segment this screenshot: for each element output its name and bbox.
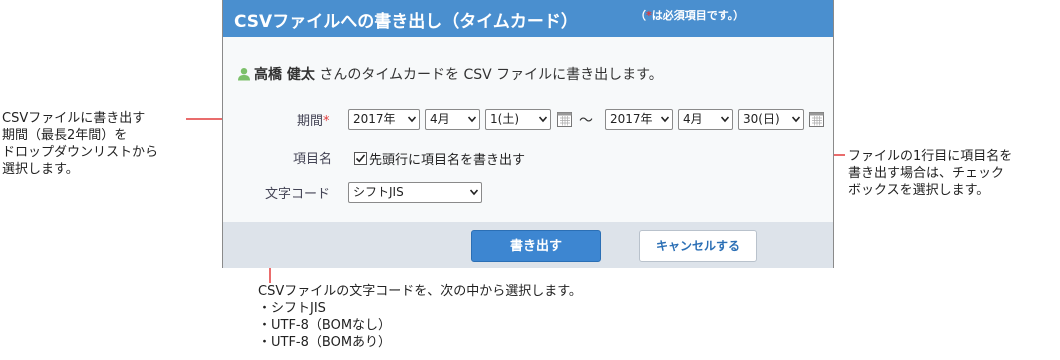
user-description-text: さんのタイムカードを CSV ファイルに書き出します。 [314,67,663,83]
header-checkbox[interactable] [354,152,367,165]
header-label: 項目名 [293,152,333,167]
end-year-select[interactable]: 2017年 [605,109,673,130]
user-name: 高橋 健太 [254,67,315,83]
end-day-select[interactable]: 30(日) [738,109,804,130]
start-month-select[interactable]: 4月 [425,109,480,130]
chevron-down-icon [721,116,729,123]
period-label: 期間* [297,114,330,129]
encoding-select[interactable]: シフトJIS [348,182,482,203]
chevron-down-icon [539,116,547,123]
calendar-icon[interactable] [809,112,824,127]
checkmark-icon [355,154,366,163]
dialog-title: CSVファイルへの書き出し（タイムカード） [234,12,578,32]
required-star: * [323,114,330,129]
header-checkbox-label: 先頭行に項目名を書き出す [369,153,526,168]
chevron-down-icon [468,116,476,123]
cancel-button[interactable]: キャンセルする [639,230,757,262]
start-day-select[interactable]: 1(土) [485,109,551,130]
annotation-encoding: CSVファイルの文字コードを、次の中から選択します。 ・シフトJIS ・UTF-… [258,284,582,350]
csv-export-dialog: CSVファイルへの書き出し（タイムカード） （*は必須項目です。） 高橋 健太 … [222,0,834,268]
annotation-period: CSVファイルに書き出す 期間（最長2年間）を ドロップダウンリストから 選択し… [2,111,159,177]
encoding-label: 文字コード [265,187,331,202]
chevron-down-icon [661,116,669,123]
user-icon [238,68,250,81]
chevron-down-icon [470,189,478,196]
start-year-select[interactable]: 2017年 [348,109,420,130]
end-month-select[interactable]: 4月 [678,109,733,130]
dialog-title-bar: CSVファイルへの書き出し（タイムカード） （*は必須項目です。） [223,0,833,37]
calendar-icon[interactable] [557,112,572,127]
annotation-header: ファイルの1行目に項目名を 書き出す場合は、チェック ボックスを選択します。 [848,149,1013,198]
range-separator: ～ [579,113,593,129]
chevron-down-icon [408,116,416,123]
required-fields-note: （*は必須項目です。） [635,9,745,22]
user-description: 高橋 健太 さんのタイムカードを CSV ファイルに書き出します。 [237,64,663,84]
header-checkbox-row[interactable]: 先頭行に項目名を書き出す [354,149,525,168]
chevron-down-icon [792,116,800,123]
export-button[interactable]: 書き出す [471,230,601,262]
